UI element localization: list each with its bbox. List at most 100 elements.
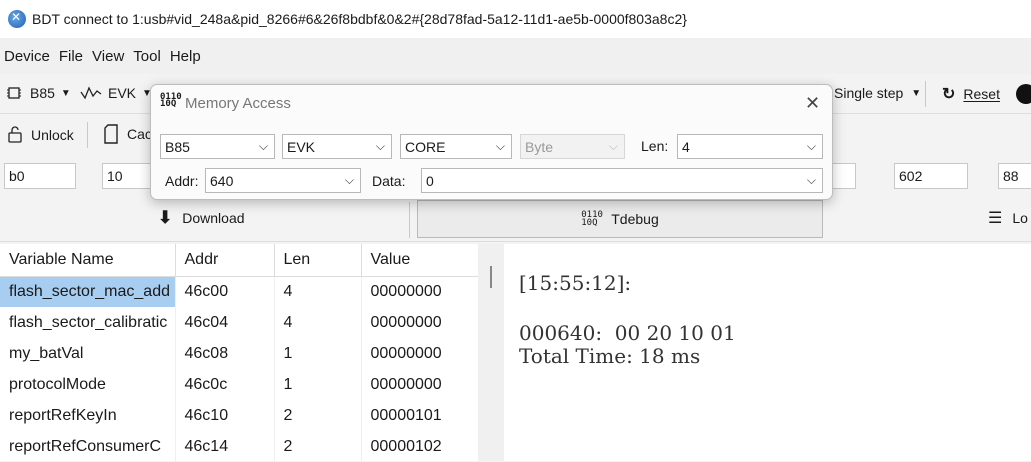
cell-len[interactable]: 4 xyxy=(274,307,362,338)
menu-tool[interactable]: Tool xyxy=(133,48,161,65)
cell-len[interactable]: 1 xyxy=(274,338,362,369)
cell-name[interactable]: flash_sector_mac_add xyxy=(0,276,176,307)
value-field-3[interactable]: 602 xyxy=(894,163,968,189)
memory-icon: 0110 10Q xyxy=(160,92,182,109)
board-dropdown[interactable]: EVK ⌵ xyxy=(282,134,392,159)
document-icon xyxy=(104,124,118,144)
table-row[interactable]: flash_sector_calibratic 46c04 4 00000000 xyxy=(0,307,479,338)
output-total-time: Total Time: 18 ms xyxy=(519,344,701,368)
cell-addr[interactable]: 46c08 xyxy=(175,338,275,369)
table-row[interactable]: flash_sector_mac_add 46c00 4 00000000 xyxy=(0,276,479,307)
column-header-len[interactable]: Len xyxy=(274,244,362,277)
chip-icon xyxy=(7,87,21,99)
cell-addr[interactable]: 46c0c xyxy=(175,369,275,400)
value-field-1[interactable]: b0 xyxy=(4,163,76,189)
chip-dropdown[interactable]: B85 ⌵ xyxy=(160,134,275,159)
cell-name[interactable]: reportRefConsumerC xyxy=(0,431,176,462)
cell-name[interactable]: reportRefKeyIn xyxy=(0,400,176,431)
cell-value[interactable]: 00000000 xyxy=(361,338,479,369)
cell-addr[interactable]: 46c00 xyxy=(175,276,275,307)
column-header-name[interactable]: Variable Name xyxy=(0,244,176,277)
cell-addr[interactable]: 46c04 xyxy=(175,307,275,338)
len-combobox[interactable]: 4 ⌵ xyxy=(677,134,823,159)
board-dropdown-value: EVK xyxy=(287,138,316,155)
reset-label: Reset xyxy=(963,86,1000,102)
download-label: Download xyxy=(182,210,245,226)
toolbar-divider xyxy=(409,202,410,238)
cell-value[interactable]: 00000000 xyxy=(361,307,479,338)
reset-icon: ↻ xyxy=(942,86,956,103)
value-field-2[interactable]: 10 xyxy=(102,163,152,189)
toolbar-divider xyxy=(87,122,88,148)
memory-access-dialog: 0110 10Q Memory Access ✕ B85 ⌵ EVK ⌵ CORE… xyxy=(150,84,833,200)
splitter[interactable] xyxy=(478,244,504,461)
tdebug-button[interactable]: 0110 10Q Tdebug xyxy=(417,200,823,238)
chevron-down-icon: ⌵ xyxy=(258,139,268,153)
download-icon: ⬇ xyxy=(158,208,173,227)
toolbar-actions: ⬇ Download 0110 10Q Tdebug ☰ Lo xyxy=(0,198,1031,242)
column-header-addr[interactable]: Addr xyxy=(175,244,275,277)
cache-label: Cac xyxy=(127,126,152,142)
menu-view[interactable]: View xyxy=(92,48,124,65)
variables-table: Variable Name Addr Len Value flash_secto… xyxy=(0,244,479,462)
cell-len[interactable]: 4 xyxy=(274,276,362,307)
cell-name[interactable]: my_batVal xyxy=(0,338,176,369)
menu-file[interactable]: File xyxy=(59,48,83,65)
cell-value[interactable]: 00000101 xyxy=(361,400,479,431)
region-dropdown[interactable]: CORE ⌵ xyxy=(400,134,512,159)
splitter-grip[interactable] xyxy=(490,266,492,288)
menu-help[interactable]: Help xyxy=(170,48,201,65)
chip-select[interactable]: B85 ▼ xyxy=(6,85,71,101)
title-bar: BDT connect to 1:usb#vid_248a&pid_8266#6… xyxy=(0,0,1031,38)
reset-button[interactable]: ↻ Reset xyxy=(942,84,1000,104)
output-console[interactable]: [15:55:12]: 000640: 00 20 10 01 Total Ti… xyxy=(504,244,1031,461)
dialog-title: Memory Access xyxy=(185,95,291,112)
unlock-button[interactable]: Unlock xyxy=(8,126,74,143)
download-button[interactable]: ⬇ Download xyxy=(158,208,245,228)
chevron-down-icon: ▼ xyxy=(911,87,922,99)
menu-bar: Device File View Tool Help xyxy=(0,38,1031,74)
chevron-down-icon: ⌵ xyxy=(806,139,816,153)
value-field-4[interactable]: 88 xyxy=(998,163,1031,189)
close-icon[interactable]: ✕ xyxy=(805,93,820,114)
app-logo-icon xyxy=(8,10,26,28)
cell-value[interactable]: 00000000 xyxy=(361,276,479,307)
menu-device[interactable]: Device xyxy=(4,48,50,65)
cell-len[interactable]: 2 xyxy=(274,431,362,462)
step-mode-select[interactable]: Single step ▼ xyxy=(834,85,921,101)
cache-button[interactable]: Cac xyxy=(103,124,152,144)
cell-value[interactable]: 00000000 xyxy=(361,369,479,400)
cell-name[interactable]: protocolMode xyxy=(0,369,176,400)
table-row[interactable]: my_batVal 46c08 1 00000000 xyxy=(0,338,479,369)
cell-len[interactable]: 1 xyxy=(274,369,362,400)
chevron-down-icon: ⌵ xyxy=(344,173,354,187)
data-value: 0 xyxy=(426,172,434,189)
table-row[interactable]: reportRefConsumerC 46c14 2 00000102 xyxy=(0,431,479,462)
cell-name[interactable]: flash_sector_calibratic xyxy=(0,307,176,338)
chip-label: B85 xyxy=(30,85,55,101)
data-combobox[interactable]: 0 ⌵ xyxy=(421,168,823,193)
output-timestamp: [15:55:12]: xyxy=(519,271,632,295)
log-button[interactable]: ☰ Lo xyxy=(988,208,1028,228)
unit-dropdown-value: Byte xyxy=(525,138,554,155)
power-icon[interactable] xyxy=(1016,84,1031,104)
len-label: Len: xyxy=(641,138,669,154)
list-icon: ☰ xyxy=(988,210,1003,227)
cell-addr[interactable]: 46c14 xyxy=(175,431,275,462)
cell-addr[interactable]: 46c10 xyxy=(175,400,275,431)
board-label: EVK xyxy=(108,85,137,101)
board-select[interactable]: EVK ▼ xyxy=(80,85,152,101)
column-header-value[interactable]: Value xyxy=(361,244,479,277)
len-value: 4 xyxy=(682,138,690,155)
cell-value[interactable]: 00000102 xyxy=(361,431,479,462)
table-row[interactable]: protocolMode 46c0c 1 00000000 xyxy=(0,369,479,400)
table-row[interactable]: reportRefKeyIn 46c10 2 00000101 xyxy=(0,400,479,431)
addr-combobox[interactable]: 640 ⌵ xyxy=(205,168,361,193)
addr-label: Addr: xyxy=(165,173,199,189)
binary-search-icon: 0110 10Q xyxy=(581,210,603,228)
table-header-row: Variable Name Addr Len Value xyxy=(0,244,479,277)
chevron-down-icon: ⌵ xyxy=(806,173,816,187)
addr-value: 640 xyxy=(210,172,234,189)
unit-dropdown: Byte ⌵ xyxy=(520,134,625,159)
cell-len[interactable]: 2 xyxy=(274,400,362,431)
